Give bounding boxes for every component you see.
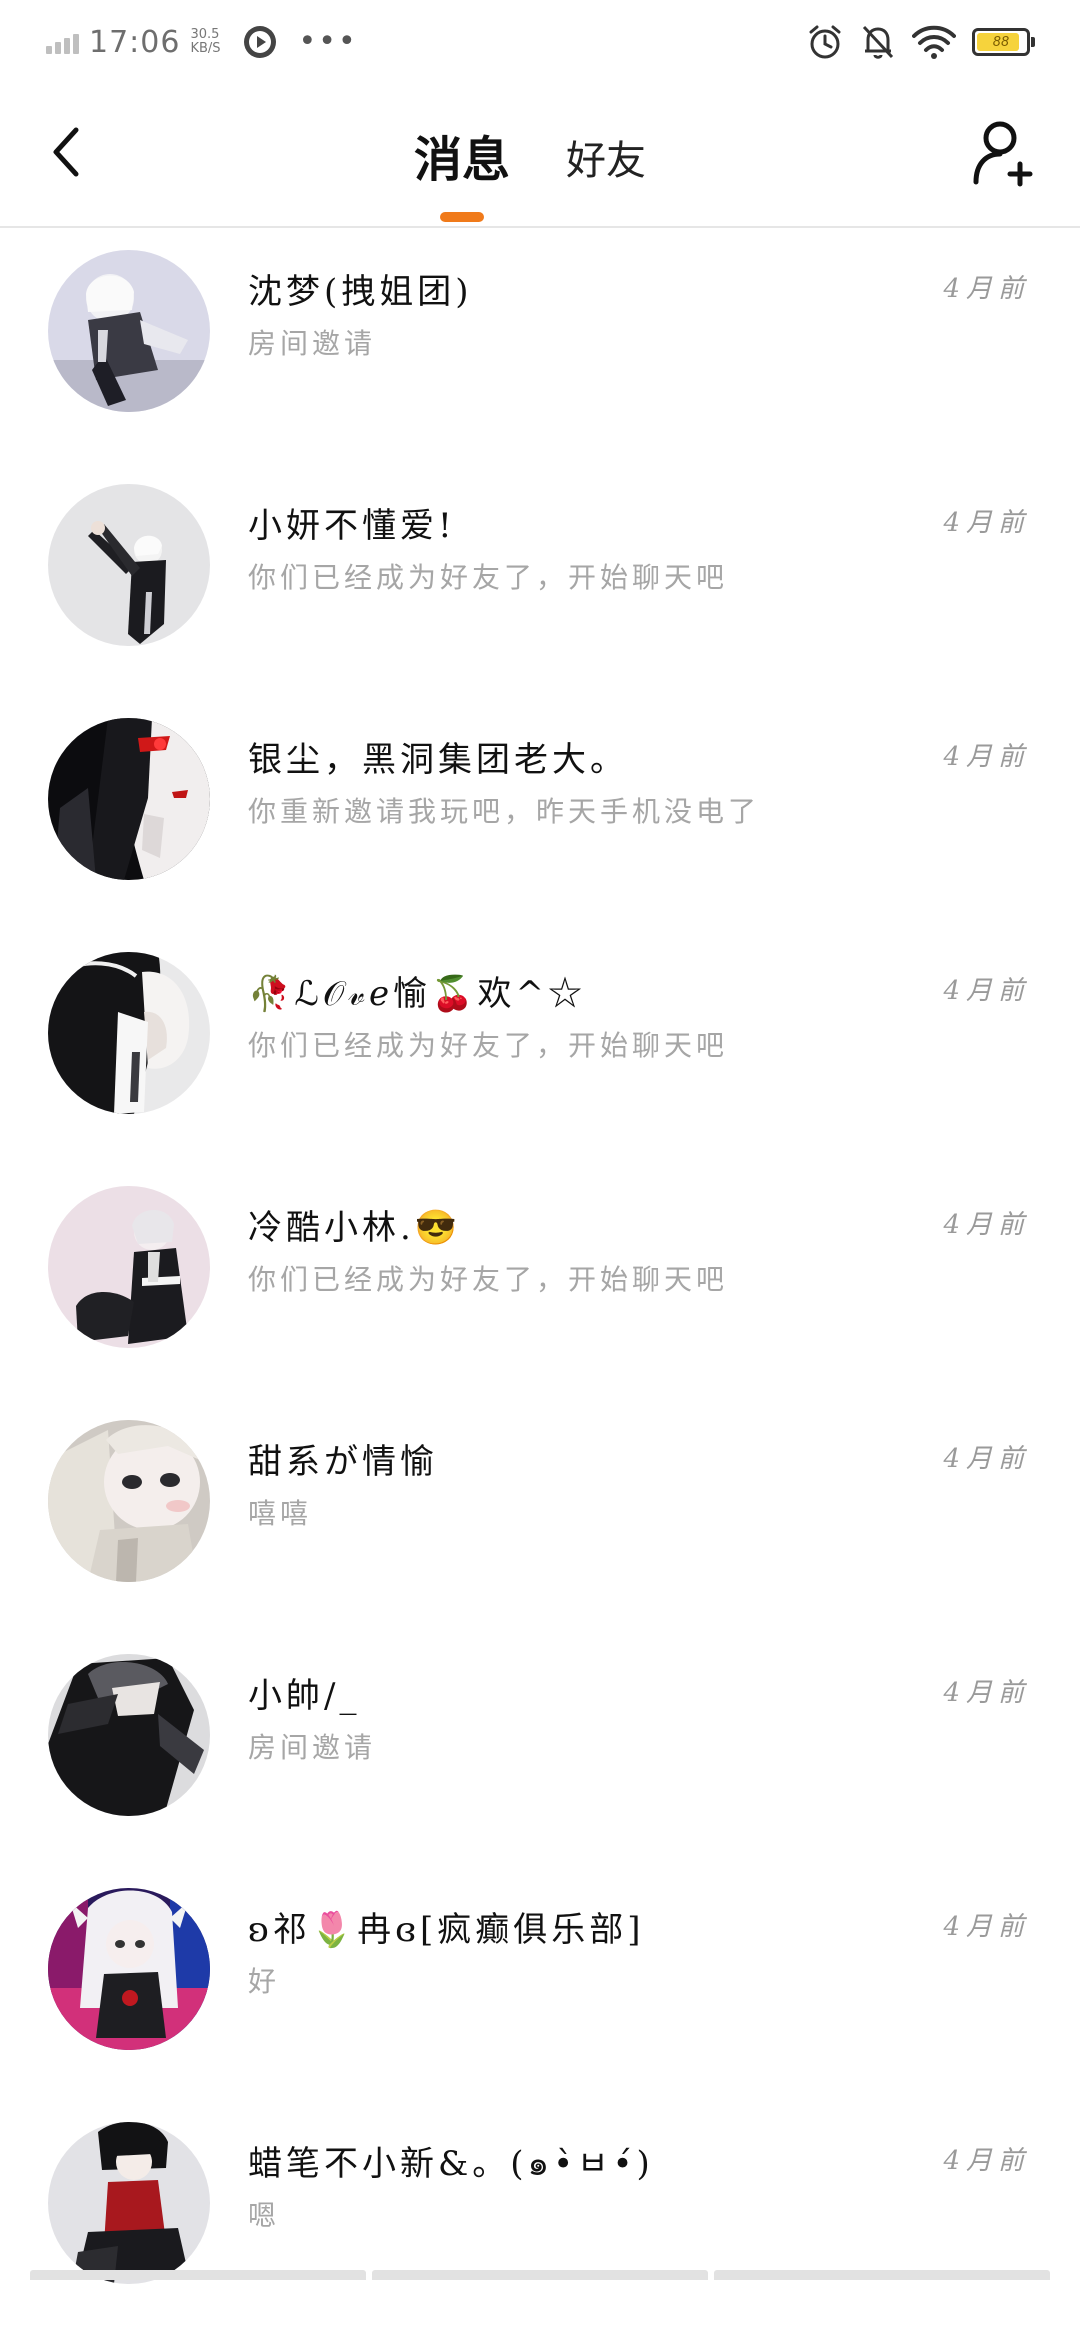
message-preview: 房间邀请 (248, 327, 377, 360)
conversation-item[interactable]: 小帥/_ 房间邀请 4月前 (0, 1632, 1080, 1866)
tab-friends-label: 好友 (566, 138, 647, 184)
contact-name: 蜡笔不小新&。(๑•̀ㅂ•́) (248, 2144, 654, 2184)
avatar[interactable] (48, 1888, 210, 2050)
active-tab-indicator (440, 212, 484, 222)
conversation-item[interactable]: ʚ祁🌷冉ɞ[疯癫俱乐部] 好 4月前 (0, 1866, 1080, 2100)
message-time: 4月前 (943, 1444, 1030, 1474)
status-time: 17:06 (89, 24, 181, 60)
contact-name: ʚ祁🌷冉ɞ[疯癫俱乐部] (248, 1910, 645, 1950)
message-preview: 你们已经成为好友了，开始聊天吧 (248, 1263, 729, 1296)
anime-avatar-black-hair-red-shirt-icon (48, 2122, 210, 2284)
anime-avatar-dark-hood-icon (48, 1654, 210, 1816)
message-preview: 嘻嘻 (248, 1497, 313, 1530)
battery-level: 88 (992, 34, 1010, 50)
message-preview: 嗯 (248, 2199, 281, 2232)
tab-messages-label: 消息 (414, 132, 511, 188)
contact-name: 小妍不懂爱! (248, 506, 456, 546)
top-nav-bar: 消息 好友 (0, 84, 1080, 228)
bottom-hint-bar (372, 2270, 708, 2280)
anime-avatar-white-hair-crouching-icon (48, 250, 210, 412)
net-speed: 30.5 KB/S (190, 28, 220, 56)
anime-avatar-silver-hair-jacket-icon (48, 1186, 210, 1348)
message-preview: 你们已经成为好友了，开始聊天吧 (248, 561, 729, 594)
wifi-icon (912, 25, 956, 59)
message-time: 4月前 (943, 2146, 1030, 2176)
message-preview: 好 (248, 1965, 281, 1998)
conversation-item[interactable]: 甜系が情愉 嘻嘻 4月前 (0, 1398, 1080, 1632)
net-speed-value: 30.5 (190, 27, 220, 42)
signal-icon (46, 30, 79, 54)
contact-name: 甜系が情愉 (248, 1442, 438, 1482)
tab-friends[interactable]: 好友 (566, 128, 646, 190)
bottom-scroll-hint (0, 2270, 1080, 2280)
contact-name: 银尘，黑洞集团老大。 (248, 740, 628, 780)
alarm-icon (809, 25, 841, 59)
anime-avatar-red-eyes-dark-icon (48, 718, 210, 880)
net-speed-unit: KB/S (190, 41, 221, 56)
message-time: 4月前 (943, 1210, 1030, 1240)
add-friend-icon[interactable] (972, 118, 1036, 188)
conversation-item[interactable]: 沈梦(拽姐团) 房间邀请 4月前 (0, 228, 1080, 462)
contact-name: 沈梦(拽姐团) (248, 272, 473, 312)
avatar[interactable] (48, 718, 210, 880)
mute-bell-icon (862, 25, 894, 59)
anime-avatar-white-hair-neon-icon (48, 1888, 210, 2050)
battery-icon: 88 (972, 28, 1035, 56)
status-right: 88 (806, 20, 1035, 64)
avatar[interactable] (48, 952, 210, 1114)
avatar[interactable] (48, 1654, 210, 1816)
conversation-item[interactable]: 🥀ℒ𝒪𝓋ℯ愉🍒欢^☆ 你们已经成为好友了，开始聊天吧 4月前 (0, 930, 1080, 1164)
conversation-item[interactable]: 蜡笔不小新&。(๑•̀ㅂ•́) 嗯 4月前 (0, 2100, 1080, 2334)
avatar[interactable] (48, 2122, 210, 2284)
message-time: 4月前 (943, 976, 1030, 1006)
message-time: 4月前 (943, 274, 1030, 304)
conversation-item[interactable]: 银尘，黑洞集团老大。 你重新邀请我玩吧，昨天手机没电了 4月前 (0, 696, 1080, 930)
message-preview: 你重新邀请我玩吧，昨天手机没电了 (248, 795, 761, 828)
avatar[interactable] (48, 250, 210, 412)
message-preview: 房间邀请 (248, 1731, 377, 1764)
anime-avatar-black-hair-braid-icon (48, 952, 210, 1114)
more-notifications-icon: ••• (298, 24, 358, 59)
tab-messages[interactable]: 消息 (414, 120, 511, 222)
bottom-hint-bar (714, 2270, 1050, 2280)
tab-bar: 消息 好友 (414, 120, 646, 222)
conversation-item[interactable]: 小妍不懂爱! 你们已经成为好友了，开始聊天吧 4月前 (0, 462, 1080, 696)
message-time: 4月前 (943, 1678, 1030, 1708)
message-preview: 你们已经成为好友了，开始聊天吧 (248, 1029, 729, 1062)
avatar[interactable] (48, 484, 210, 646)
play-notification-icon (243, 26, 276, 58)
back-arrow-icon[interactable] (44, 122, 94, 182)
contact-name: 🥀ℒ𝒪𝓋ℯ愉🍒欢^☆ (248, 974, 586, 1014)
avatar[interactable] (48, 1186, 210, 1348)
conversation-item[interactable]: 冷酷小林.😎 你们已经成为好友了，开始聊天吧 4月前 (0, 1164, 1080, 1398)
avatar[interactable] (48, 1420, 210, 1582)
anime-avatar-pale-face-closeup-icon (48, 1420, 210, 1582)
contact-name: 小帥/_ (248, 1676, 361, 1716)
status-left: 17:06 30.5 KB/S ••• (46, 18, 358, 66)
contact-name: 冷酷小林.😎 (248, 1208, 462, 1248)
bottom-hint-bar (30, 2270, 366, 2280)
message-time: 4月前 (943, 508, 1030, 538)
anime-avatar-white-hair-black-outfit-icon (48, 484, 210, 646)
conversation-list: 沈梦(拽姐团) 房间邀请 4月前 小妍不懂爱! 你们已经成为好友了，开始聊天吧 … (0, 228, 1080, 2334)
status-bar: 17:06 30.5 KB/S ••• 88 (0, 0, 1080, 84)
message-time: 4月前 (943, 1912, 1030, 1942)
message-time: 4月前 (943, 742, 1030, 772)
